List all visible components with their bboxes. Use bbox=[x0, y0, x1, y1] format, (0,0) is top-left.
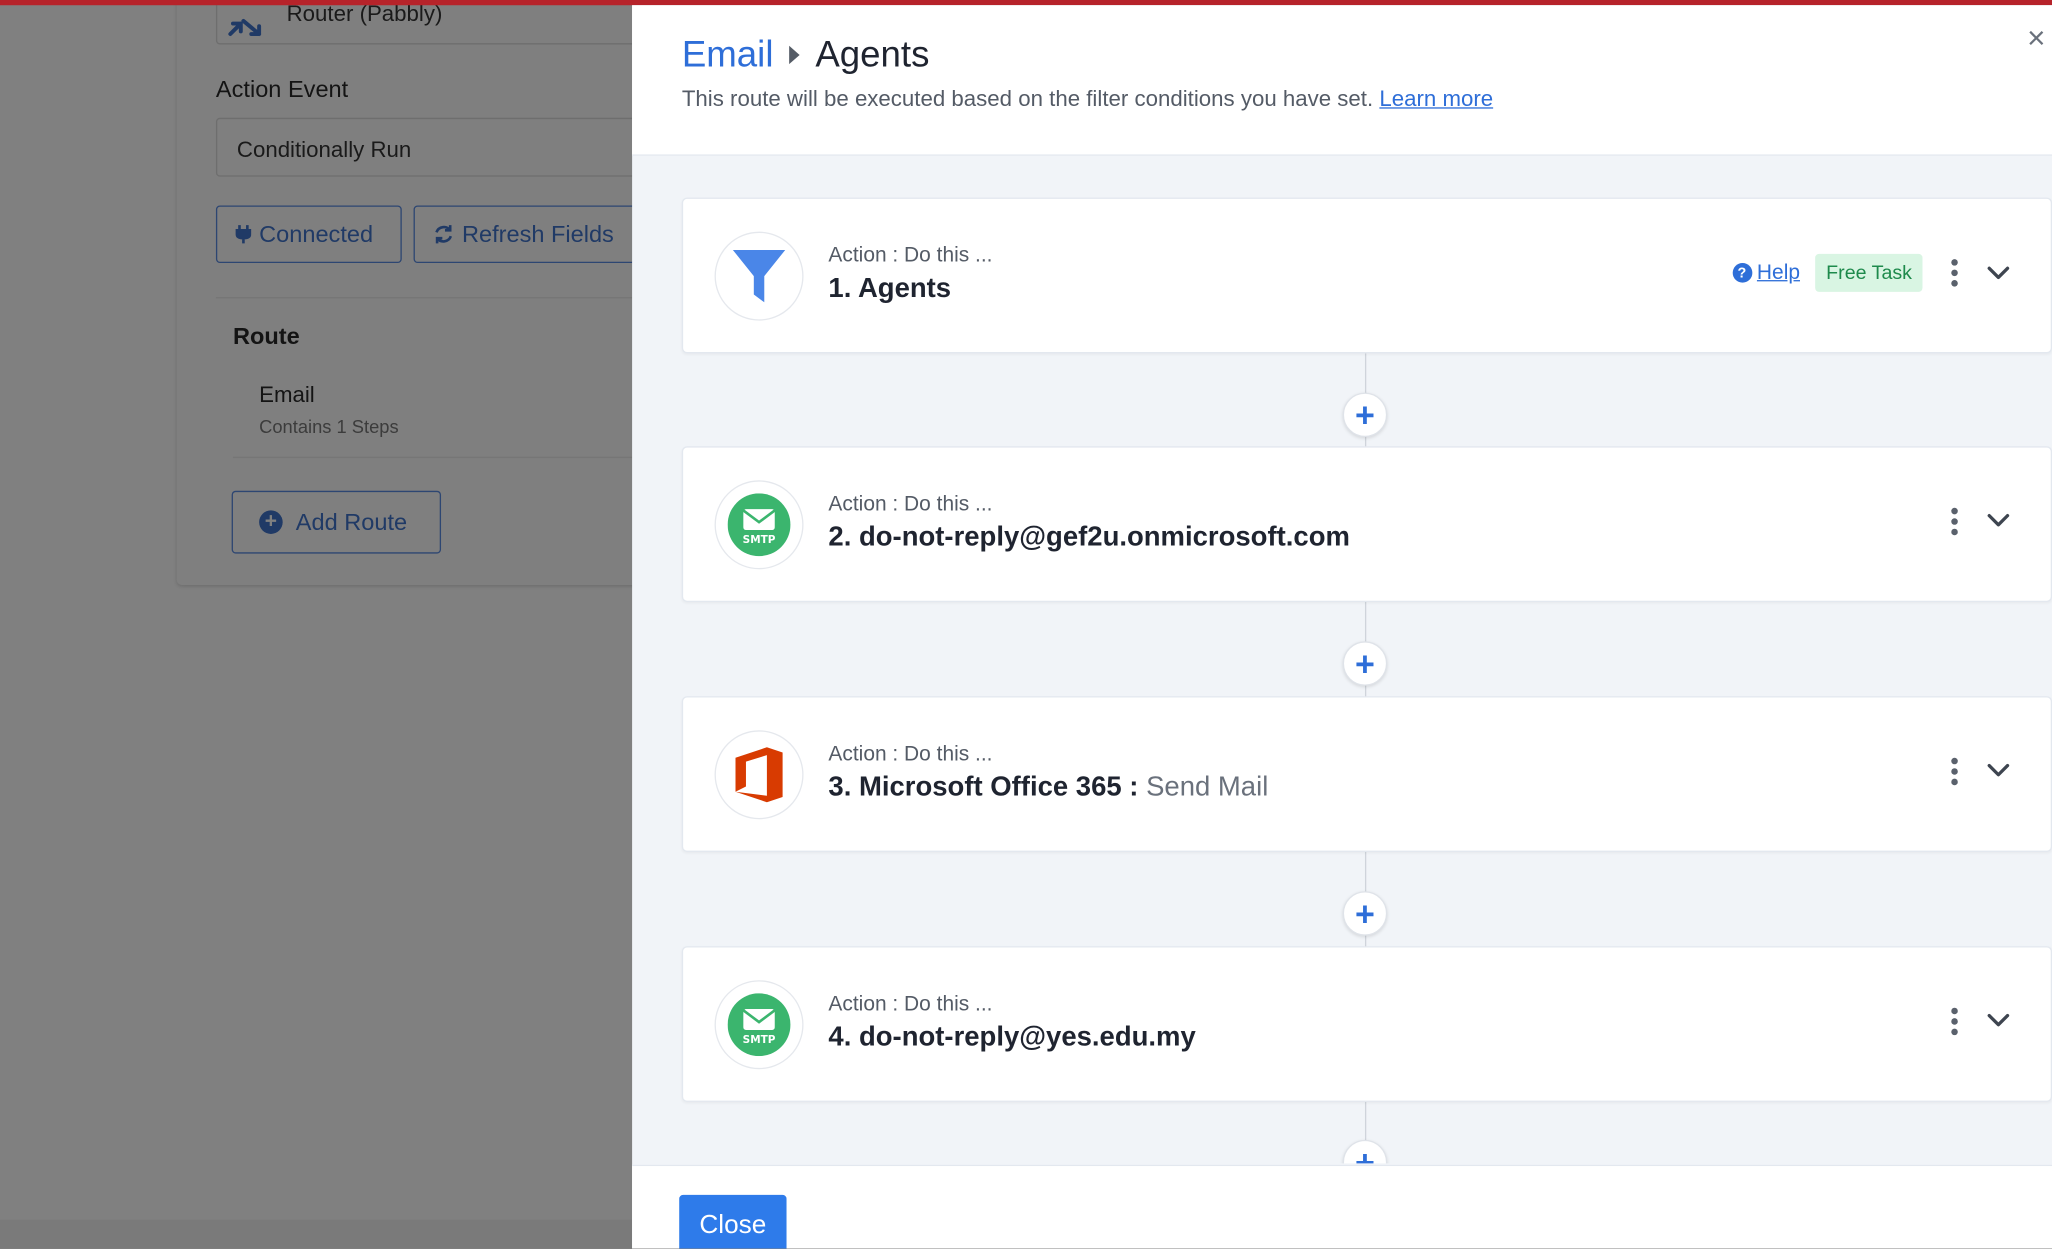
add-route-button: + Add Route bbox=[231, 490, 442, 554]
breadcrumb: Email Agents bbox=[682, 34, 930, 76]
filter-icon bbox=[732, 249, 786, 303]
divider bbox=[215, 297, 635, 299]
refresh-fields-label: Refresh Fields bbox=[461, 220, 614, 247]
learn-more-link[interactable]: Learn more bbox=[1379, 86, 1493, 111]
action-event-label: Action Event bbox=[215, 75, 349, 103]
route-section-title: Route bbox=[232, 323, 300, 350]
breadcrumb-current: Agents bbox=[815, 34, 930, 75]
chevron-down-icon[interactable] bbox=[1980, 1002, 2017, 1039]
connected-button: Connected bbox=[215, 205, 402, 264]
step-title: 1. Agents bbox=[828, 273, 952, 304]
add-route-label: Add Route bbox=[295, 508, 408, 535]
smtp-icon: SMTP bbox=[727, 993, 791, 1057]
step-card-3[interactable]: Action : Do this ... 3. Microsoft Office… bbox=[681, 696, 2052, 852]
step-icon bbox=[714, 231, 804, 321]
add-step-button[interactable]: + bbox=[1342, 641, 1388, 686]
office365-icon bbox=[735, 747, 783, 803]
step-actions bbox=[1936, 503, 2017, 540]
add-step-button[interactable]: + bbox=[1342, 392, 1388, 438]
svg-text:SMTP: SMTP bbox=[743, 534, 776, 546]
plug-icon bbox=[235, 225, 252, 244]
more-options-icon[interactable] bbox=[1941, 503, 1967, 540]
more-options-icon[interactable] bbox=[1941, 1002, 1967, 1039]
chevron-down-icon[interactable] bbox=[1980, 503, 2017, 540]
add-step-button[interactable]: + bbox=[1342, 1139, 1388, 1164]
background-footer-strip bbox=[0, 1219, 634, 1249]
drawer-description: This route will be executed based on the… bbox=[682, 86, 1493, 112]
step-icon: SMTP bbox=[714, 480, 804, 570]
step-card-1[interactable]: Action : Do this ... 1. Agents ? Help Fr… bbox=[681, 197, 2052, 354]
chevron-down-icon[interactable] bbox=[1980, 753, 2017, 790]
connected-label: Connected bbox=[259, 220, 374, 247]
steps-list: Action : Do this ... 1. Agents ? Help Fr… bbox=[632, 156, 2052, 1164]
more-options-icon[interactable] bbox=[1941, 255, 1967, 292]
step-kicker: Action : Do this ... bbox=[828, 493, 993, 516]
step-title: 3. Microsoft Office 365 : Send Mail bbox=[828, 772, 1268, 803]
step-title-app: 3. Microsoft Office 365 : bbox=[828, 772, 1139, 803]
more-options-icon[interactable] bbox=[1941, 753, 1967, 790]
divider bbox=[232, 456, 639, 459]
refresh-icon bbox=[435, 225, 453, 244]
help-icon: ? bbox=[1732, 263, 1752, 283]
step-kicker: Action : Do this ... bbox=[828, 993, 993, 1016]
step-icon: SMTP bbox=[714, 980, 804, 1070]
smtp-icon: SMTP bbox=[727, 493, 791, 557]
caret-right-icon bbox=[789, 45, 800, 65]
help-label: Help bbox=[1756, 261, 1800, 284]
refresh-fields-button: Refresh Fields bbox=[413, 205, 650, 264]
drawer-footer: Close bbox=[632, 1164, 2052, 1249]
close-icon[interactable]: × bbox=[2027, 23, 2045, 55]
step-title: 4. do-not-reply@yes.edu.my bbox=[828, 1022, 1196, 1053]
description-text: This route will be executed based on the… bbox=[681, 86, 1374, 112]
step-card-4[interactable]: SMTP Action : Do this ... 4. do-not-repl… bbox=[681, 946, 2052, 1102]
step-kicker: Action : Do this ... bbox=[828, 743, 993, 766]
add-step-button[interactable]: + bbox=[1342, 891, 1388, 936]
router-icon bbox=[228, 18, 262, 36]
drawer-header: Email Agents This route will be executed… bbox=[632, 5, 2052, 156]
plus-circle-icon: + bbox=[259, 510, 283, 534]
step-actions bbox=[1936, 1002, 2017, 1039]
route-drawer: Email Agents This route will be executed… bbox=[632, 5, 2052, 1249]
step-actions bbox=[1936, 753, 2017, 790]
close-button[interactable]: Close bbox=[679, 1194, 787, 1249]
chevron-down-icon[interactable] bbox=[1980, 255, 2017, 292]
step-card-2[interactable]: SMTP Action : Do this ... 2. do-not-repl… bbox=[681, 446, 2052, 603]
step-icon bbox=[714, 730, 804, 820]
step-kicker: Action : Do this ... bbox=[828, 244, 993, 267]
help-link[interactable]: ? Help bbox=[1732, 261, 1800, 285]
route-steps-count: Contains 1 Steps bbox=[259, 416, 399, 438]
step-title-event: Send Mail bbox=[1146, 772, 1269, 803]
route-name: Email bbox=[259, 382, 315, 408]
step-actions: ? Help Free Task bbox=[1732, 253, 2017, 292]
breadcrumb-parent-link[interactable]: Email bbox=[682, 34, 774, 76]
svg-text:SMTP: SMTP bbox=[743, 1034, 776, 1046]
action-event-select: Conditionally Run bbox=[215, 117, 648, 177]
step-title: 2. do-not-reply@gef2u.onmicrosoft.com bbox=[828, 522, 1350, 553]
free-task-badge: Free Task bbox=[1815, 253, 1923, 292]
